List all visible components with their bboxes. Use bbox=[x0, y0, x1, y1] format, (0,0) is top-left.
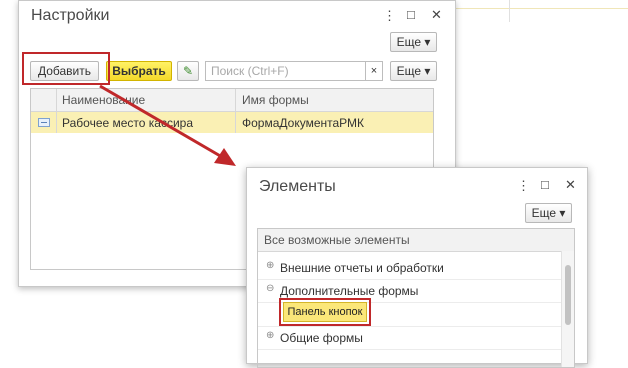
elements-window: Элементы ⋮ □ ✕ Еще ▾ Все возможные элеме… bbox=[246, 167, 588, 368]
tree-divider bbox=[258, 279, 562, 280]
tree-scrollbar[interactable] bbox=[561, 251, 574, 367]
arrow-head bbox=[214, 148, 236, 166]
collapse-minus-icon[interactable]: ⊖ bbox=[266, 283, 274, 294]
tree-divider bbox=[258, 349, 562, 350]
expand-plus-icon[interactable]: ⊕ bbox=[266, 260, 274, 271]
tree-item-common-forms[interactable]: Общие формы bbox=[280, 331, 363, 345]
window-title: Элементы bbox=[259, 178, 336, 195]
tree-item-external-reports[interactable]: Внешние отчеты и обработки bbox=[280, 261, 444, 275]
button-panel-highlight bbox=[279, 298, 371, 326]
tree-header: Все возможные элементы bbox=[258, 229, 574, 252]
close-icon[interactable]: ✕ bbox=[565, 177, 576, 193]
tree-root[interactable]: Все возможные элементы bbox=[264, 233, 410, 247]
tree-divider bbox=[258, 326, 562, 327]
scrollbar-thumb[interactable] bbox=[565, 265, 571, 325]
arrow-line bbox=[99, 84, 223, 159]
window-menu-icon[interactable]: ⋮ bbox=[517, 178, 530, 194]
maximize-icon[interactable]: □ bbox=[541, 177, 549, 192]
tree-item-additional-forms[interactable]: Дополнительные формы bbox=[280, 284, 418, 298]
more-button[interactable]: Еще ▾ bbox=[525, 203, 572, 223]
expand-plus-icon[interactable]: ⊕ bbox=[266, 330, 274, 341]
